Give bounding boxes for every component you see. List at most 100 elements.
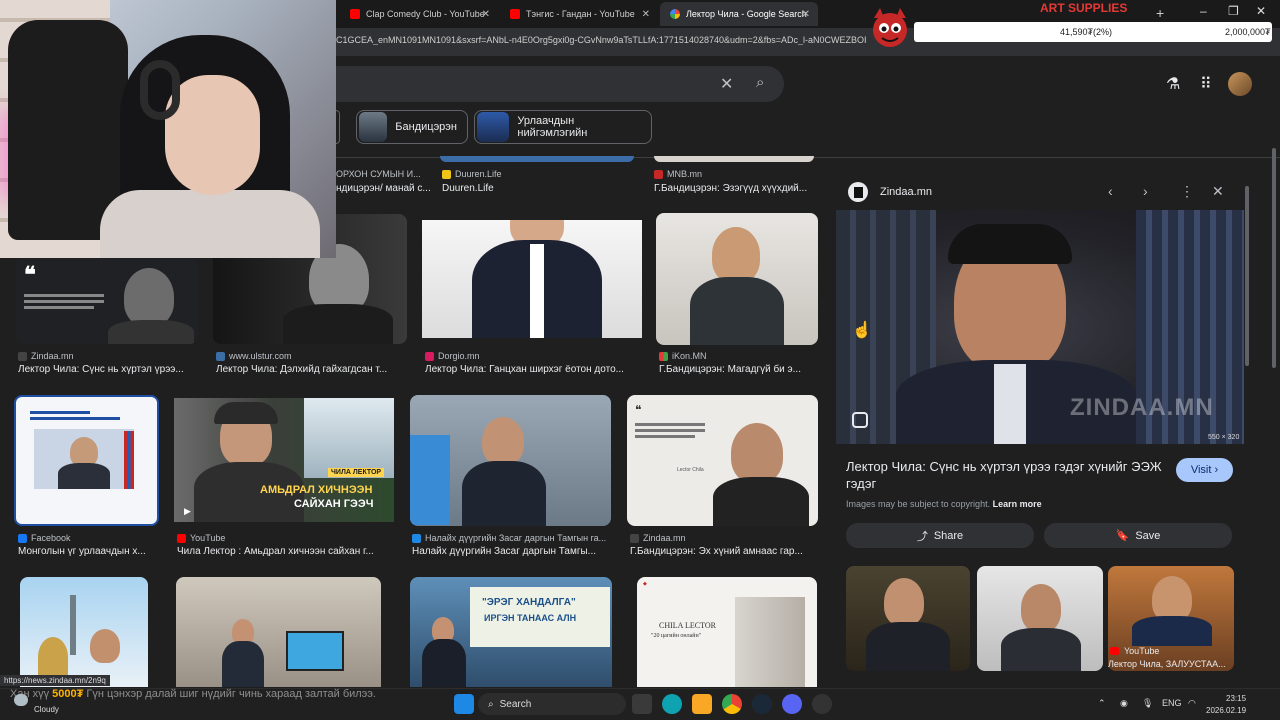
- clock[interactable]: 23:15 2026.02.19: [1206, 693, 1246, 717]
- result-image-classroom[interactable]: [176, 577, 381, 687]
- youtube-icon: [1110, 647, 1119, 655]
- search-input[interactable]: [336, 66, 784, 102]
- tab-google-search[interactable]: Лектор Чила - Google Search ✕: [660, 2, 818, 26]
- result-title[interactable]: Лектор Чила: Сүнс нь хүртэл үрээ...: [18, 364, 198, 375]
- avatar[interactable]: [1228, 72, 1252, 96]
- quote-mark-icon: ❝: [24, 262, 36, 287]
- close-icon[interactable]: ✕: [482, 9, 490, 20]
- save-button[interactable]: 🔖 Save: [1044, 523, 1232, 548]
- result-image-monument[interactable]: [20, 577, 148, 687]
- related-source[interactable]: YouTube: [1124, 646, 1159, 656]
- obs-icon[interactable]: [812, 694, 832, 714]
- tab-youtube-tengis[interactable]: Тэнгис - Гандан - YouTube ✕: [500, 2, 658, 26]
- result-image-banner[interactable]: "ЭРЭГ ХАНДАЛГА" ИРГЭН ТАНААС АЛН: [410, 577, 612, 687]
- person-suit: [108, 320, 194, 344]
- search-label: Search: [499, 698, 532, 710]
- result-source[interactable]: www.ulstur.com: [216, 351, 292, 361]
- network-icon[interactable]: ◉: [1120, 698, 1128, 709]
- visit-button[interactable]: Visit ›: [1176, 458, 1233, 482]
- facebook-icon: [18, 533, 27, 543]
- chevron-left-icon[interactable]: ‹: [1108, 183, 1113, 199]
- result-title[interactable]: Чила Лектор : Амьдрал хичнээн сайхан г..…: [177, 546, 393, 557]
- result-source[interactable]: Dorgio.mn: [425, 351, 480, 361]
- result-source[interactable]: Facebook: [18, 533, 71, 543]
- result-image-quote[interactable]: ❝: [16, 258, 198, 344]
- result-title[interactable]: Duuren.Life: [442, 183, 632, 194]
- minimize-icon[interactable]: –: [1200, 4, 1207, 18]
- share-button[interactable]: ⤴ Share: [846, 523, 1034, 548]
- result-source[interactable]: Zindaa.mn: [18, 351, 74, 361]
- panel-scrollbar[interactable]: [1245, 186, 1249, 366]
- result-image-suit[interactable]: [422, 220, 642, 338]
- edge-icon[interactable]: [662, 694, 682, 714]
- close-icon[interactable]: ✕: [1212, 183, 1224, 200]
- taskbar-search[interactable]: ⌕ Search: [478, 693, 626, 715]
- result-image-youtube[interactable]: ЧИЛА ЛЕКТОР АМЬДРАЛ ХИЧНЭЭН САЙХАН ГЭЭЧ …: [174, 398, 394, 522]
- result-source[interactable]: Zindaa.mn: [630, 533, 686, 543]
- tab-youtube-clap[interactable]: Clap Comedy Club - YouTube ✕: [340, 2, 498, 26]
- result-image-speaker[interactable]: [410, 395, 611, 526]
- chevron-up-icon[interactable]: ⌃: [1098, 698, 1106, 709]
- result-title[interactable]: Лектор Чила: Дэлхийд гайхагдсан т...: [216, 364, 406, 375]
- weather-label[interactable]: Cloudy: [34, 705, 59, 714]
- result-source[interactable]: YouTube: [177, 533, 225, 543]
- discord-icon[interactable]: [782, 694, 802, 714]
- labs-flask-icon[interactable]: ⚗: [1166, 74, 1180, 94]
- language-indicator[interactable]: ENG: [1162, 698, 1182, 708]
- new-tab-button[interactable]: +: [1156, 5, 1164, 21]
- chip-bandits-eren[interactable]: Бандицэрэн: [356, 110, 468, 144]
- lens-icon[interactable]: [852, 412, 868, 428]
- result-source[interactable]: Duuren.Life: [442, 169, 502, 179]
- video-caption-line2: САЙХАН ГЭЭЧ: [294, 498, 374, 510]
- related-image[interactable]: [846, 566, 970, 671]
- steam-icon[interactable]: [752, 694, 772, 714]
- result-source[interactable]: MNB.mn: [654, 169, 702, 179]
- publisher-logo: ◆: [643, 581, 647, 587]
- chip-urlaachdyn[interactable]: Урлаачдын нийгэмлэгийн: [474, 110, 652, 144]
- result-image[interactable]: [654, 156, 814, 162]
- result-source[interactable]: Налайх дүүргийн Засаг даргын Тамгын га..…: [412, 533, 610, 543]
- search-icon[interactable]: ⌕: [756, 74, 764, 91]
- more-vert-icon[interactable]: ⋮: [1180, 183, 1194, 200]
- close-icon[interactable]: ✕: [802, 9, 810, 20]
- google-icon: [670, 9, 680, 19]
- clear-icon[interactable]: ✕: [720, 74, 733, 94]
- result-title[interactable]: Г.Бандицэрэн: Магадгүй би э...: [659, 364, 815, 375]
- save-label: Save: [1135, 529, 1161, 542]
- result-title[interactable]: Лектор Чила: Ганцхан ширхэг ёотон дото..…: [425, 364, 645, 375]
- microphone-icon[interactable]: 🎙: [1142, 698, 1153, 709]
- windows-start-icon[interactable]: [454, 694, 474, 714]
- wifi-icon[interactable]: ◠: [1188, 698, 1196, 709]
- chevron-right-icon[interactable]: ›: [1143, 183, 1148, 199]
- result-image-facebook[interactable]: [14, 395, 159, 526]
- site-favicon-icon: [654, 169, 663, 179]
- youtube-icon: [350, 9, 360, 19]
- apps-grid-icon[interactable]: ⠿: [1200, 74, 1212, 94]
- panel-title[interactable]: Лектор Чила: Сүнс нь хүртэл үрээ гэдэг х…: [846, 458, 1166, 492]
- result-title[interactable]: Г.Бандицэрэн: Эх хүний амнаас гар...: [630, 546, 814, 557]
- file-explorer-icon[interactable]: [692, 694, 712, 714]
- task-view-icon[interactable]: [632, 694, 652, 714]
- result-image-quote2[interactable]: ❝ Lector Chila: [627, 395, 818, 526]
- result-title[interactable]: ндицэрэн/ манай с...: [336, 183, 436, 194]
- close-window-icon[interactable]: ✕: [1256, 4, 1266, 18]
- panel-site-name[interactable]: Zindaa.mn: [880, 186, 932, 198]
- close-icon[interactable]: ✕: [642, 9, 650, 20]
- result-title[interactable]: Монголын үг урлаачдын х...: [18, 546, 158, 557]
- result-image-book[interactable]: ◆ CHILA LECTOR "20 цагийн онлайн": [637, 577, 817, 687]
- related-image[interactable]: [977, 566, 1103, 671]
- result-source[interactable]: iKon.MN: [659, 351, 707, 361]
- chrome-icon[interactable]: [722, 694, 742, 714]
- result-title[interactable]: Налайх дүүргийн Засаг даргын Тамгы...: [412, 546, 612, 557]
- chip-partial[interactable]: [336, 110, 340, 144]
- result-source[interactable]: ОРХОН СУМЫН И...: [336, 169, 421, 179]
- learn-more-link[interactable]: Learn more: [993, 499, 1042, 509]
- page-scrollbar[interactable]: [1272, 148, 1276, 368]
- result-title[interactable]: Г.Бандицэрэн: Эзэгүүд хүүхдий...: [654, 183, 816, 194]
- maximize-icon[interactable]: ❐: [1228, 4, 1239, 18]
- url-text[interactable]: C1GCEA_enMN1091MN1091&sxsrf=ANbL-n4E0Org…: [336, 35, 876, 45]
- person-photo: [712, 227, 760, 283]
- result-image-portrait[interactable]: [656, 213, 818, 345]
- related-title[interactable]: Лектор Чила, ЗАЛУУСТАА...: [1108, 659, 1226, 669]
- result-image[interactable]: [440, 156, 634, 162]
